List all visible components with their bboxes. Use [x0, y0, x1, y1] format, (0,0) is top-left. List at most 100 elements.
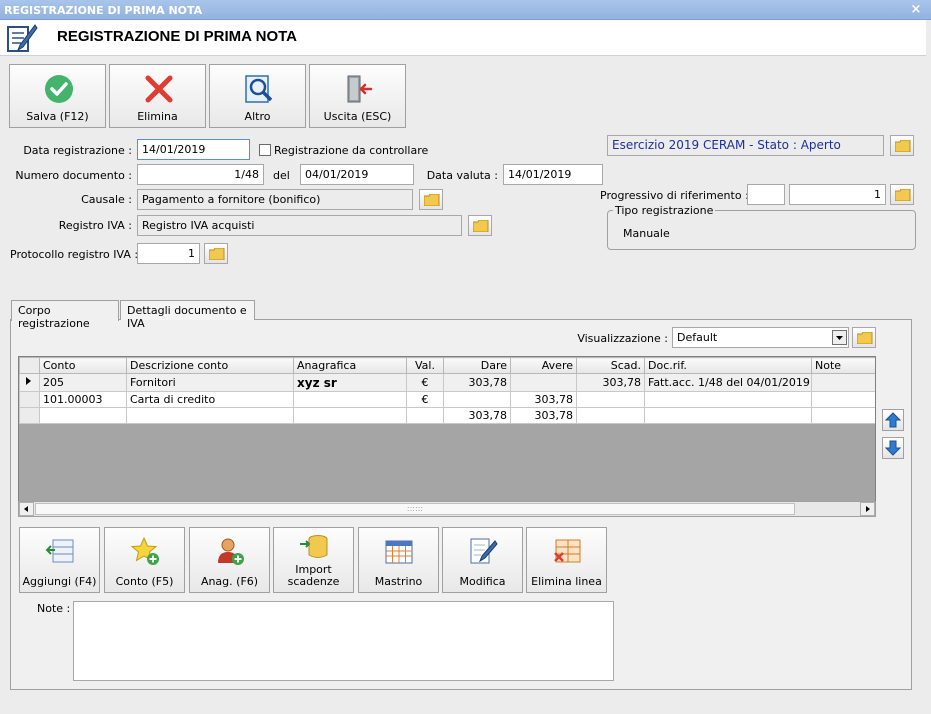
grid-horizontal-scrollbar[interactable]: :::::: — [18, 501, 876, 517]
mastrino-button[interactable]: Mastrino — [358, 527, 439, 593]
folder-icon — [895, 189, 911, 201]
col-descrizione[interactable]: Descrizione conto — [126, 357, 294, 374]
table-row[interactable]: 101.00003 Carta di credito € 303,78 — [19, 391, 875, 408]
progressivo-label: Progressivo di riferimento : — [600, 189, 749, 202]
table-row[interactable]: 205 Fornitori xyz sr € 303,78 303,78 Fat… — [19, 373, 875, 392]
cell-scad[interactable] — [576, 391, 645, 408]
cell-conto[interactable]: 101.00003 — [39, 391, 127, 408]
cell-docrif[interactable]: Fatt.acc. 1/48 del 04/01/2019 — [644, 373, 812, 392]
esercizio-folder-button[interactable] — [890, 135, 914, 156]
exit-button-label: Uscita (ESC) — [323, 110, 392, 123]
grid-header-indicator — [19, 357, 40, 374]
col-scad[interactable]: Scad. — [576, 357, 645, 374]
visualizzazione-value: Default — [677, 331, 718, 344]
col-docrif[interactable]: Doc.rif. — [644, 357, 812, 374]
cell-descrizione[interactable]: Fornitori — [126, 373, 294, 392]
cell-descrizione[interactable]: Carta di credito — [126, 391, 294, 408]
del-label: del — [273, 169, 290, 182]
col-avere[interactable]: Avere — [510, 357, 577, 374]
progressivo-folder-button[interactable] — [890, 184, 914, 205]
col-val[interactable]: Val. — [406, 357, 444, 374]
save-button-label: Salva (F12) — [26, 110, 89, 123]
progressivo-b-input[interactable]: 1 — [789, 184, 886, 205]
cell-avere[interactable]: 303,78 — [510, 391, 577, 408]
col-dare[interactable]: Dare — [443, 357, 511, 374]
star-add-icon — [130, 536, 160, 566]
note-label: Note : — [37, 602, 71, 615]
move-up-button[interactable] — [882, 409, 904, 431]
cell-conto[interactable]: 205 — [39, 373, 127, 392]
row-pointer-icon — [26, 377, 31, 385]
close-icon[interactable]: × — [909, 2, 923, 17]
cell-docrif[interactable] — [644, 391, 812, 408]
import-scadenze-button[interactable]: Import scadenze — [273, 527, 354, 593]
import-database-icon — [299, 532, 329, 562]
visualizzazione-folder-button[interactable] — [852, 327, 876, 348]
data-registrazione-input[interactable]: 14/01/2019 — [137, 139, 250, 160]
cell-empty — [406, 407, 444, 424]
cell-dare[interactable]: 303,78 — [443, 373, 511, 392]
cell-anagrafica[interactable]: xyz sr — [293, 373, 407, 392]
conto-button[interactable]: Conto (F5) — [104, 527, 185, 593]
causale-input[interactable]: Pagamento a fornitore (bonifico) — [137, 189, 413, 210]
magnifier-icon — [243, 73, 275, 105]
protocollo-folder-button[interactable] — [204, 243, 228, 264]
numero-documento-input[interactable]: 1/48 — [137, 164, 264, 185]
grid-header-row: Conto Descrizione conto Anagrafica Val. … — [19, 357, 875, 374]
visualizzazione-select[interactable]: Default — [672, 327, 849, 348]
cell-val[interactable]: € — [406, 391, 444, 408]
cell-anagrafica[interactable] — [293, 391, 407, 408]
cell-note[interactable] — [811, 391, 875, 408]
causale-folder-button[interactable] — [419, 189, 443, 210]
tab-dettagli-documento[interactable]: Dettagli documento e IVA — [120, 300, 255, 330]
elimina-linea-button[interactable]: Elimina linea — [526, 527, 607, 593]
other-button[interactable]: Altro — [209, 64, 306, 128]
aggiungi-button[interactable]: Aggiungi (F4) — [19, 527, 100, 593]
scroll-right-icon[interactable] — [860, 502, 875, 516]
protocollo-label: Protocollo registro IVA : — [10, 248, 139, 261]
folder-icon — [857, 332, 873, 344]
anag-button[interactable]: Anag. (F6) — [189, 527, 270, 593]
folder-icon — [473, 220, 489, 232]
arrow-up-icon — [884, 412, 902, 428]
tipo-registrazione-label: Tipo registrazione — [613, 204, 716, 217]
protocollo-input[interactable]: 1 — [137, 243, 200, 264]
progressivo-a-input[interactable] — [747, 184, 785, 205]
da-controllare-checkbox[interactable] — [259, 144, 271, 156]
data-valuta-input[interactable]: 14/01/2019 — [503, 164, 603, 185]
save-button[interactable]: Salva (F12) — [9, 64, 106, 128]
totals-row: 303,78 303,78 — [19, 407, 875, 424]
cell-scad[interactable]: 303,78 — [576, 373, 645, 392]
registro-iva-folder-button[interactable] — [468, 215, 492, 236]
scroll-left-icon[interactable] — [19, 502, 34, 516]
note-textarea[interactable] — [73, 601, 614, 681]
import-scadenze-label: Import scadenze — [274, 564, 353, 588]
col-conto[interactable]: Conto — [39, 357, 127, 374]
cell-val[interactable]: € — [406, 373, 444, 392]
modifica-button[interactable]: Modifica — [442, 527, 523, 593]
cell-empty — [644, 407, 812, 424]
col-anagrafica[interactable]: Anagrafica — [293, 357, 407, 374]
modifica-label: Modifica — [459, 575, 506, 588]
row-indicator — [19, 391, 40, 408]
cell-empty — [576, 407, 645, 424]
registrazione-grid[interactable]: Conto Descrizione conto Anagrafica Val. … — [18, 356, 876, 517]
row-indicator — [19, 407, 40, 424]
check-icon — [43, 73, 75, 105]
tab-corpo-registrazione[interactable]: Corpo registrazione — [11, 300, 119, 330]
chevron-down-icon[interactable] — [832, 330, 847, 345]
cell-avere[interactable] — [510, 373, 577, 392]
exit-door-icon — [343, 73, 375, 105]
move-down-button[interactable] — [882, 437, 904, 459]
cell-note[interactable] — [811, 373, 875, 392]
import-scadenze-label-2: scadenze — [287, 575, 340, 588]
delete-button[interactable]: Elimina — [109, 64, 206, 128]
user-add-icon — [215, 536, 245, 566]
scroll-thumb[interactable]: :::::: — [35, 503, 795, 515]
exit-button[interactable]: Uscita (ESC) — [309, 64, 406, 128]
delete-line-icon — [552, 536, 582, 566]
col-note[interactable]: Note — [811, 357, 875, 374]
data-documento-input[interactable]: 04/01/2019 — [300, 164, 414, 185]
cell-dare[interactable] — [443, 391, 511, 408]
registro-iva-input[interactable]: Registro IVA acquisti — [137, 215, 462, 236]
